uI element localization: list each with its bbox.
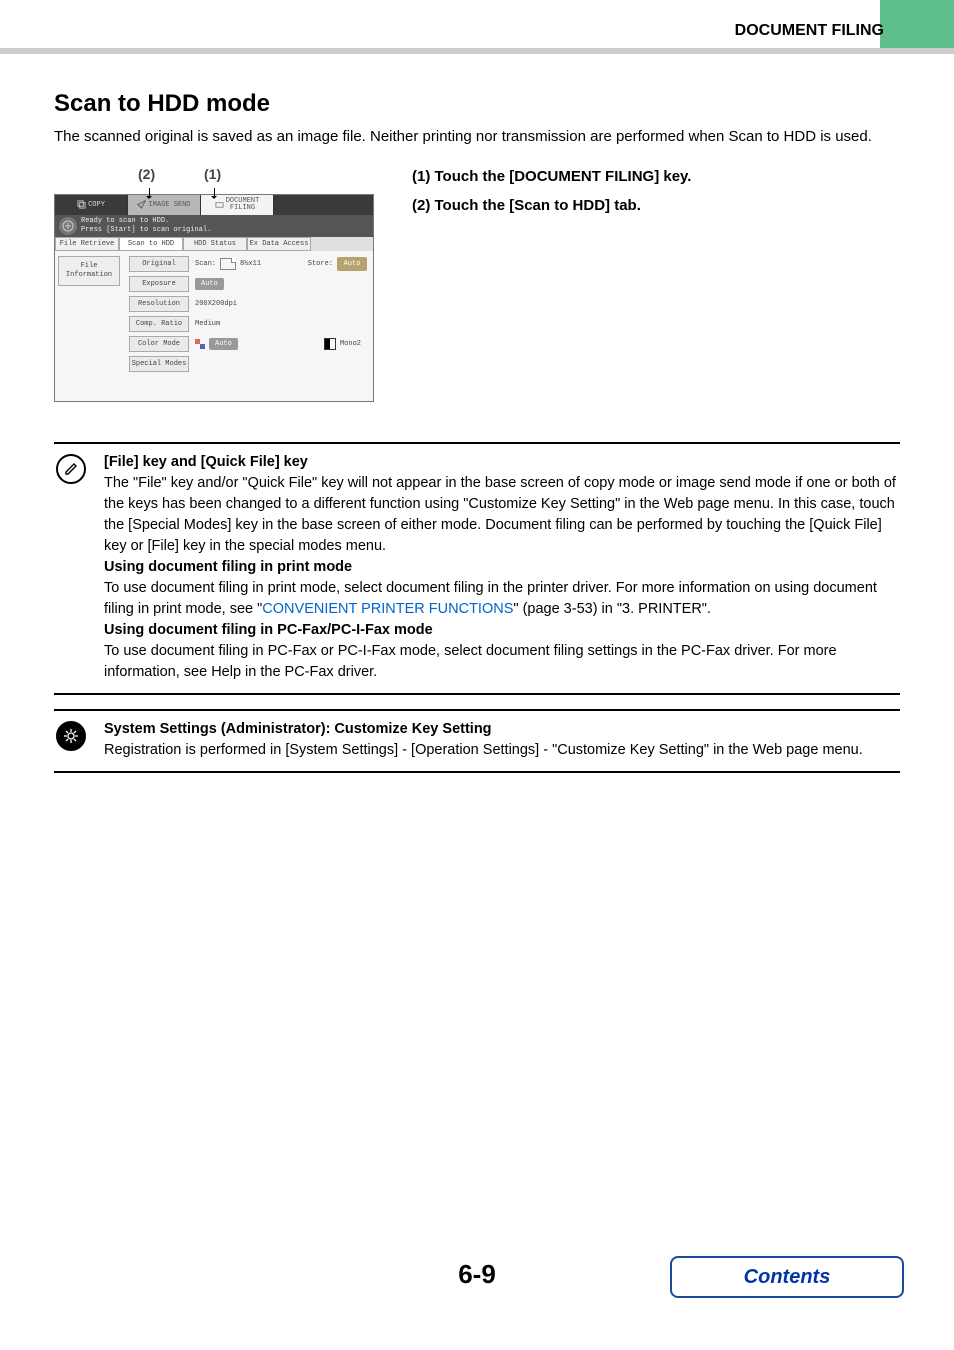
color-auto-value: Auto [209,338,238,350]
note2-heading: System Settings (Administrator): Customi… [104,721,492,737]
color-mono-value: Mono2 [340,340,361,348]
callout-2: (2) [138,166,155,182]
scan-value: 8½x11 [240,260,261,268]
subtab-scan-to-hdd[interactable]: Scan to HDD [119,237,183,251]
note1-para1: The "File" key and/or "Quick File" key w… [104,475,896,554]
color-mode-button[interactable]: Color Mode [129,336,189,352]
file-information-button[interactable]: FileInformation [58,256,120,286]
status-text: Ready to scan to HDD.Press [Start] to sc… [81,217,373,234]
exposure-value: Auto [195,278,224,290]
store-label: Store: [308,260,333,268]
resolution-value: 200X200dpi [195,300,237,308]
comp-ratio-button[interactable]: Comp. Ratio [129,316,189,332]
special-modes-button[interactable]: Special Modes [129,356,189,372]
note-box-tips: [File] key and [Quick File] key The "Fil… [54,442,900,695]
note1-heading3: Using document filing in PC-Fax/PC-I-Fax… [104,622,433,638]
page-header: DOCUMENT FILING [0,0,954,50]
store-auto-button[interactable]: Auto [337,257,367,271]
exposure-button[interactable]: Exposure [129,276,189,292]
printer-functions-link[interactable]: CONVENIENT PRINTER FUNCTIONS [262,601,513,617]
note1-para2b: " (page 3-53) in "3. PRINTER". [513,601,711,617]
pointer-2 [149,188,150,198]
tab-copy[interactable]: COPY [55,195,128,215]
subtab-file-retrieve[interactable]: File Retrieve [55,237,119,251]
note1-heading2: Using document filing in print mode [104,559,352,575]
gear-icon [56,721,86,751]
intro-paragraph: The scanned original is saved as an imag… [54,126,900,148]
tab-image-send[interactable]: IMAGE SEND [128,195,201,215]
subtab-hdd-status[interactable]: HDD Status [183,237,247,251]
comp-ratio-value: Medium [195,320,220,328]
note1-heading1: [File] key and [Quick File] key [104,454,308,470]
accent-block [880,0,954,48]
status-icon [59,217,77,235]
step-1: (1) Touch the [DOCUMENT FILING] key. [412,168,691,185]
divider [0,48,954,54]
device-screenshot: (2) (1) COPY IMAGE SEND [54,166,374,402]
note1-para3: To use document filing in PC-Fax or PC-I… [104,643,837,680]
note-box-system: System Settings (Administrator): Customi… [54,709,900,773]
step-2: (2) Touch the [Scan to HDD] tab. [412,197,691,214]
section-title: DOCUMENT FILING [735,22,884,40]
page-icon [220,258,236,270]
original-button[interactable]: Original [129,256,189,272]
page-title: Scan to HDD mode [54,90,900,118]
page-content: Scan to HDD mode The scanned original is… [0,90,954,773]
contents-button[interactable]: Contents [670,1256,904,1298]
color-swatch-icon [195,339,205,349]
contents-label: Contents [744,1266,831,1289]
pointer-1 [214,188,215,198]
callout-1: (1) [204,166,221,182]
copy-icon [77,200,86,209]
scan-label: Scan: [195,260,216,268]
note2-para: Registration is performed in [System Set… [104,742,863,758]
pencil-icon [56,454,86,484]
mono-swatch-icon [324,338,336,350]
subtab-ex-data-access[interactable]: Ex Data Access [247,237,311,251]
resolution-button[interactable]: Resolution [129,296,189,312]
instructions: (1) Touch the [DOCUMENT FILING] key. (2)… [412,166,691,226]
